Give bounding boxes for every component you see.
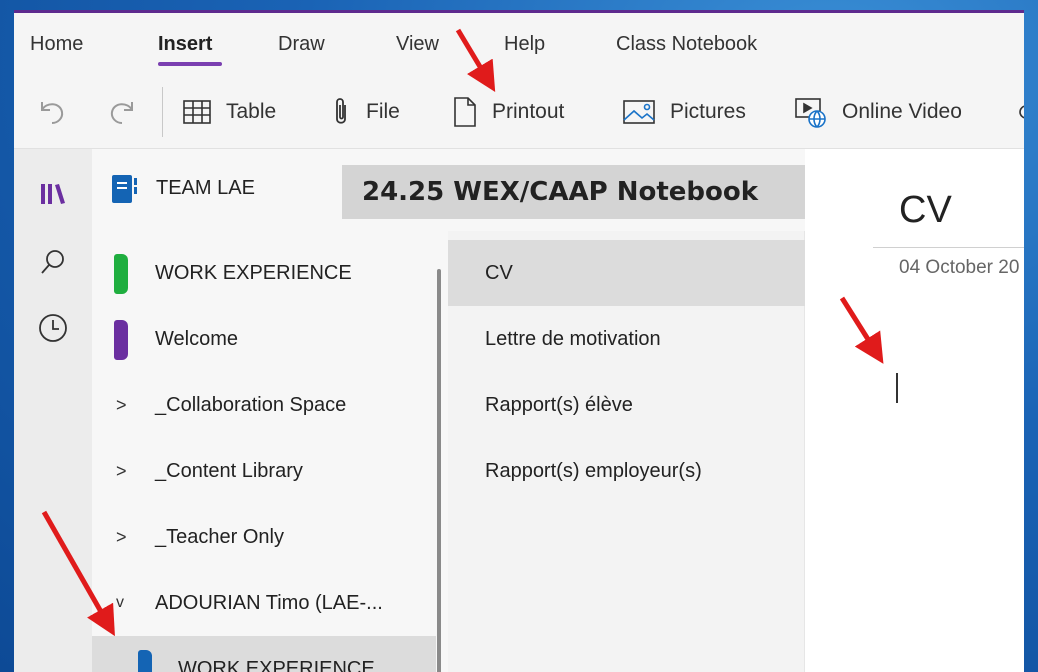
arrow-to-cursor [839, 296, 884, 364]
arrow-to-printout [455, 28, 496, 93]
annotation-arrows [41, 28, 884, 637]
arrow-to-work-experience [41, 510, 115, 637]
